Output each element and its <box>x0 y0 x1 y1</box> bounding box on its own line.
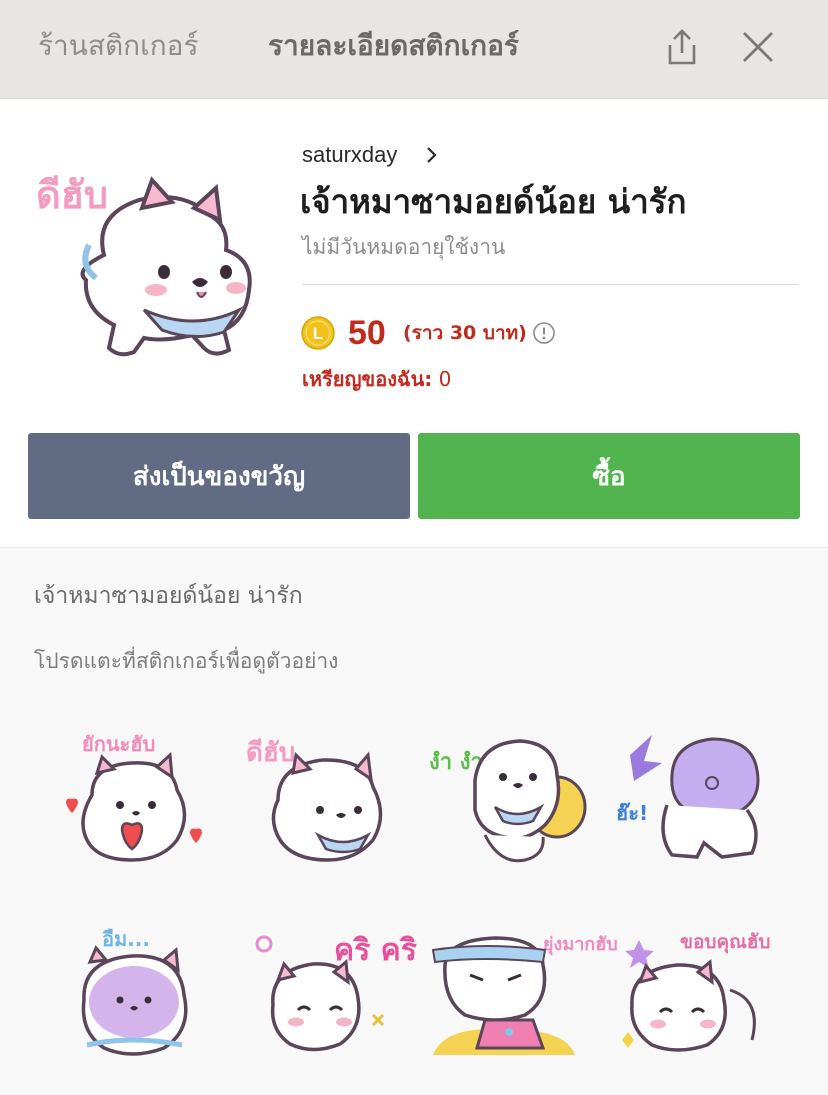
sticker-item[interactable]: ฮ๊ะ! <box>612 725 782 875</box>
tab-sticker-shop[interactable]: ร้านสติกเกอร์ <box>38 26 199 66</box>
close-button[interactable] <box>733 22 783 72</box>
buy-button[interactable]: ซื้อ <box>418 433 800 519</box>
divider <box>302 284 798 285</box>
svg-text:ยักนะฮับ: ยักนะฮับ <box>82 732 155 756</box>
preview-hint: โปรดแตะที่สติกเกอร์เพื่อดูตัวอย่าง <box>34 649 339 673</box>
pack-title: เจ้าหมาซามอยด์น้อย น่ารัก <box>300 182 687 221</box>
svg-text:ขอบคุณฮับ: ขอบคุณฮับ <box>680 931 770 954</box>
share-icon <box>668 29 696 65</box>
svg-text:ยุ่งมากฮับ: ยุ่งมากฮับ <box>543 934 618 956</box>
sticker-item[interactable]: งำ งำ <box>425 725 595 875</box>
price-value: 50 <box>348 314 386 352</box>
my-coins-value: 0 <box>438 367 452 391</box>
sticker-item[interactable]: อืม... <box>52 920 222 1070</box>
price-approx-baht: (ราว 30 บาท) <box>403 322 527 344</box>
sticker-item[interactable]: ยักนะฮับ <box>52 725 222 875</box>
sticker-item[interactable]: ขอบคุณฮับ <box>612 920 782 1070</box>
sticker-caption: ดีฮับ <box>36 173 108 217</box>
sticker-item[interactable]: ดีฮับ <box>238 725 408 875</box>
svg-text:อืม...: อืม... <box>102 927 150 951</box>
sticker-item[interactable]: คริ คริ <box>238 920 417 1070</box>
coin-icon: L <box>301 316 335 350</box>
close-icon <box>743 32 773 62</box>
svg-text:งำ งำ: งำ งำ <box>429 750 483 775</box>
svg-text:ดีฮับ: ดีฮับ <box>246 738 295 768</box>
preview-title: เจ้าหมาซามอยด์น้อย น่ารัก <box>34 583 303 609</box>
svg-text:L: L <box>313 324 323 343</box>
send-as-gift-button[interactable]: ส่งเป็นของขวัญ <box>28 433 410 519</box>
share-button[interactable] <box>657 22 707 72</box>
chevron-right-icon[interactable] <box>424 143 440 167</box>
pack-main-sticker[interactable]: ดีฮับ <box>34 160 264 365</box>
info-icon[interactable] <box>532 321 556 345</box>
tab-sticker-details[interactable]: รายละเอียดสติกเกอร์ <box>268 26 519 66</box>
my-coins-label: เหรียญของฉัน: <box>302 367 433 391</box>
svg-text:ฮ๊ะ!: ฮ๊ะ! <box>616 801 648 825</box>
top-bar: ร้านสติกเกอร์ รายละเอียดสติกเกอร์ <box>0 0 828 99</box>
sticker-item[interactable]: ยุ่งมากฮับ <box>425 920 618 1070</box>
validity-text: ไม่มีวันหมดอายุใช้งาน <box>302 235 506 259</box>
my-coins: เหรียญของฉัน: 0 <box>302 364 451 394</box>
creator-link[interactable]: saturxday <box>302 140 397 170</box>
